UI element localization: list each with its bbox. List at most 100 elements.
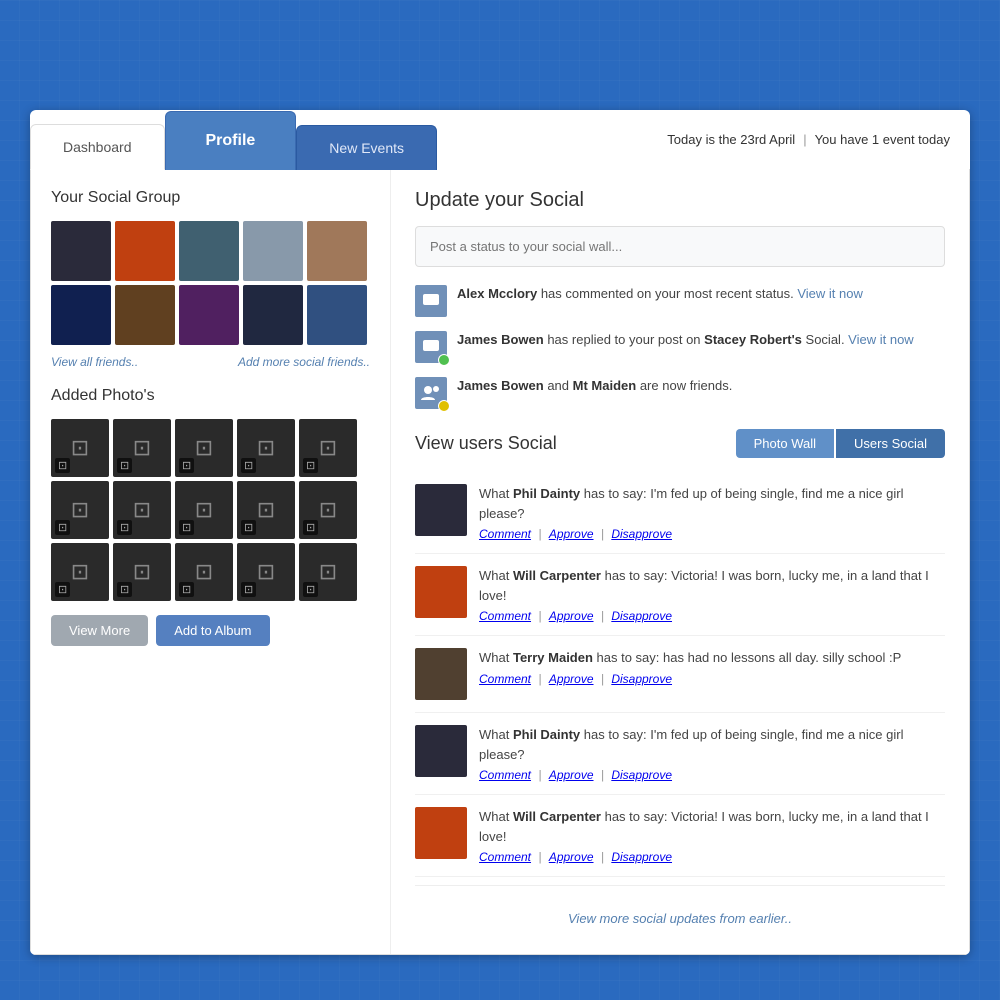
post-avatar <box>415 566 467 618</box>
add-to-album-button[interactable]: Add to Album <box>156 615 269 646</box>
friend-avatar[interactable] <box>51 285 111 345</box>
photo-thumb[interactable]: ⊡ <box>299 419 357 477</box>
photos-grid: ⊡ ⊡ ⊡ ⊡ ⊡ ⊡ ⊡ ⊡ ⊡ ⊡ ⊡ ⊡ ⊡ ⊡ ⊡ <box>51 419 370 601</box>
approve-link[interactable]: Approve <box>549 768 594 782</box>
post-avatar <box>415 807 467 859</box>
post-content: What Phil Dainty has to say: I'm fed up … <box>479 484 945 541</box>
view-all-friends-link[interactable]: View all friends.. <box>51 355 138 369</box>
disapprove-link[interactable]: Disapprove <box>611 609 672 623</box>
photo-thumb[interactable]: ⊡ <box>113 481 171 539</box>
badge-green <box>438 354 450 366</box>
approve-link[interactable]: Approve <box>549 527 594 541</box>
approve-link[interactable]: Approve <box>549 850 594 864</box>
post-actions: Comment | Approve | Disapprove <box>479 672 945 686</box>
tab-profile[interactable]: Profile <box>165 111 297 170</box>
photo-btn-group: View More Add to Album <box>51 615 370 646</box>
approve-link[interactable]: Approve <box>549 672 594 686</box>
event-notice: You have 1 event today <box>815 132 950 147</box>
post-text: What Phil Dainty has to say: I'm fed up … <box>479 725 945 764</box>
photo-thumb[interactable]: ⊡ <box>175 543 233 601</box>
disapprove-link[interactable]: Disapprove <box>611 768 672 782</box>
friend-avatar[interactable] <box>179 285 239 345</box>
view-more-link-container: View more social updates from earlier.. <box>415 894 945 934</box>
social-post: What Terry Maiden has to say: has had no… <box>415 636 945 713</box>
friend-avatar[interactable] <box>307 221 367 281</box>
divider <box>415 885 945 886</box>
comment-icon <box>415 285 447 317</box>
post-avatar <box>415 648 467 700</box>
activity-text-3: James Bowen and Mt Maiden are now friend… <box>457 377 732 395</box>
friend-avatar[interactable] <box>243 285 303 345</box>
view-users-header: View users Social Photo Wall Users Socia… <box>415 429 945 458</box>
comment-link[interactable]: Comment <box>479 850 531 864</box>
comment-link[interactable]: Comment <box>479 672 531 686</box>
friend-avatar[interactable] <box>115 221 175 281</box>
users-social-button[interactable]: Users Social <box>836 429 945 458</box>
disapprove-link[interactable]: Disapprove <box>611 850 672 864</box>
social-post: What Phil Dainty has to say: I'm fed up … <box>415 713 945 795</box>
right-column: Update your Social Alex Mcclory <box>391 169 969 954</box>
friend-avatar[interactable] <box>51 221 111 281</box>
activity-feed: Alex Mcclory has commented on your most … <box>415 285 945 409</box>
comment-link[interactable]: Comment <box>479 527 531 541</box>
social-post: What Will Carpenter has to say: Victoria… <box>415 795 945 877</box>
post-content: What Will Carpenter has to say: Victoria… <box>479 807 945 864</box>
friend-avatar[interactable] <box>179 221 239 281</box>
view-more-social-link[interactable]: View more social updates from earlier.. <box>568 911 792 926</box>
friends-links: View all friends.. Add more social frien… <box>51 355 370 369</box>
photo-thumb[interactable]: ⊡ <box>175 481 233 539</box>
tab-events[interactable]: New Events <box>296 125 437 170</box>
photo-thumb[interactable]: ⊡ <box>237 543 295 601</box>
photo-thumb[interactable]: ⊡ <box>237 419 295 477</box>
add-more-friends-link[interactable]: Add more social friends.. <box>238 355 370 369</box>
view-it-now-link-1[interactable]: View it now <box>797 286 863 301</box>
friend-avatar[interactable] <box>243 221 303 281</box>
photo-thumb[interactable]: ⊡ <box>51 419 109 477</box>
post-content: What Will Carpenter has to say: Victoria… <box>479 566 945 623</box>
post-avatar <box>415 484 467 536</box>
social-group-title: Your Social Group <box>51 189 370 207</box>
status-input[interactable] <box>415 226 945 267</box>
photo-thumb[interactable]: ⊡ <box>113 543 171 601</box>
post-actions: Comment | Approve | Disapprove <box>479 768 945 782</box>
friends-grid <box>51 221 370 345</box>
view-it-now-link-2[interactable]: View it now <box>848 332 914 347</box>
post-text: What Will Carpenter has to say: Victoria… <box>479 807 945 846</box>
view-more-button[interactable]: View More <box>51 615 148 646</box>
photos-section: Added Photo's ⊡ ⊡ ⊡ ⊡ ⊡ ⊡ ⊡ ⊡ ⊡ ⊡ ⊡ ⊡ ⊡ … <box>51 387 370 646</box>
photos-title: Added Photo's <box>51 387 370 405</box>
photo-thumb[interactable]: ⊡ <box>299 481 357 539</box>
photo-thumb[interactable]: ⊡ <box>237 481 295 539</box>
disapprove-link[interactable]: Disapprove <box>611 672 672 686</box>
view-users-buttons: Photo Wall Users Social <box>736 429 945 458</box>
photo-thumb[interactable]: ⊡ <box>113 419 171 477</box>
activity-user-3a: James Bowen <box>457 378 544 393</box>
activity-item: James Bowen has replied to your post on … <box>415 331 945 363</box>
tab-dashboard[interactable]: Dashboard <box>30 124 165 170</box>
approve-link[interactable]: Approve <box>549 609 594 623</box>
header-date-info: Today is the 23rd April | You have 1 eve… <box>647 122 970 157</box>
activity-user-2: James Bowen <box>457 332 544 347</box>
comment-link[interactable]: Comment <box>479 609 531 623</box>
photo-wall-button[interactable]: Photo Wall <box>736 429 834 458</box>
activity-item: Alex Mcclory has commented on your most … <box>415 285 945 317</box>
reply-icon <box>415 331 447 363</box>
left-column: Your Social Group View all friends.. Add… <box>31 169 391 954</box>
post-content: What Phil Dainty has to say: I'm fed up … <box>479 725 945 782</box>
photo-thumb[interactable]: ⊡ <box>51 481 109 539</box>
friend-avatar[interactable] <box>115 285 175 345</box>
photo-thumb[interactable]: ⊡ <box>51 543 109 601</box>
post-avatar <box>415 725 467 777</box>
post-actions: Comment | Approve | Disapprove <box>479 527 945 541</box>
friend-avatar[interactable] <box>307 285 367 345</box>
comment-link[interactable]: Comment <box>479 768 531 782</box>
separator: | <box>803 132 806 147</box>
disapprove-link[interactable]: Disapprove <box>611 527 672 541</box>
post-actions: Comment | Approve | Disapprove <box>479 609 945 623</box>
photo-thumb[interactable]: ⊡ <box>175 419 233 477</box>
update-social-title: Update your Social <box>415 189 945 212</box>
social-post: What Phil Dainty has to say: I'm fed up … <box>415 472 945 554</box>
photo-thumb[interactable]: ⊡ <box>299 543 357 601</box>
post-text: What Phil Dainty has to say: I'm fed up … <box>479 484 945 523</box>
badge-yellow <box>438 400 450 412</box>
